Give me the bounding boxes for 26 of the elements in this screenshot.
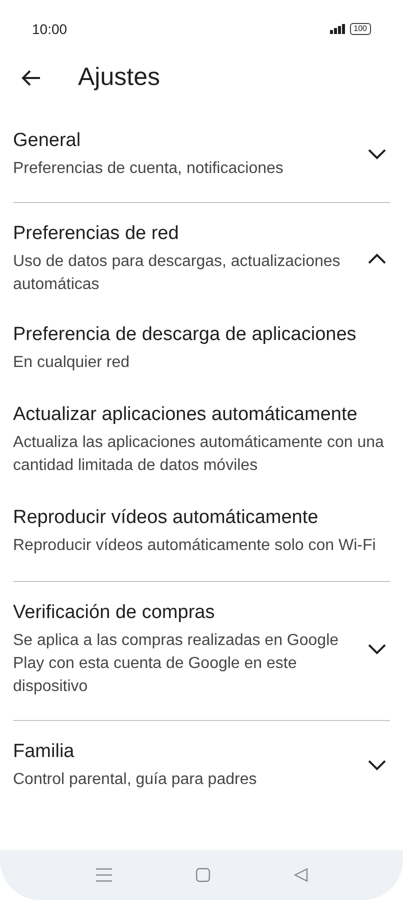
setting-title[interactable]: Reproducir vídeos automáticamente xyxy=(13,505,390,531)
setting-subtitle: Reproducir vídeos automáticamente solo con Wi-Fi xyxy=(13,536,377,556)
menu-icon[interactable] xyxy=(96,868,112,882)
chevron-down-icon[interactable] xyxy=(367,643,387,655)
chevron-down-icon[interactable] xyxy=(367,759,387,771)
status-time: 10:00 xyxy=(32,20,68,38)
home-icon[interactable] xyxy=(196,868,210,882)
section-subtitle: Preferencias de cuenta, notificaciones xyxy=(13,159,284,179)
section-subtitle: Se aplica a las compras realizadas en Google Play con esta cuenta de Google en este dispositivo xyxy=(13,631,340,697)
signal-icon xyxy=(330,24,346,34)
setting-subtitle: En cualquier red xyxy=(13,353,131,373)
section-subtitle: Uso de datos para descargas, actualizaciones automáticas xyxy=(13,252,342,295)
back-arrow-icon[interactable] xyxy=(20,68,42,86)
section-subtitle: Control parental, guía para padres xyxy=(13,770,257,790)
setting-title[interactable]: Preferencia de descarga de aplicaciones xyxy=(13,322,390,348)
section-title[interactable]: Familia xyxy=(13,739,257,765)
section-title[interactable]: Preferencias de red xyxy=(13,221,351,247)
battery-indicator: 100 xyxy=(350,23,371,35)
page-title: Ajustes xyxy=(78,62,160,93)
back-triangle-icon[interactable] xyxy=(294,868,308,882)
section-title[interactable]: Verificación de compras xyxy=(13,600,351,626)
setting-title[interactable]: Actualizar aplicaciones automáticamente xyxy=(13,402,390,428)
section-title[interactable]: General xyxy=(13,128,284,154)
chevron-down-icon[interactable] xyxy=(367,148,387,160)
setting-subtitle: Actualiza las aplicaciones automáticamente con una cantidad limitada de datos móviles xyxy=(13,433,385,476)
chevron-up-icon[interactable] xyxy=(367,252,387,264)
